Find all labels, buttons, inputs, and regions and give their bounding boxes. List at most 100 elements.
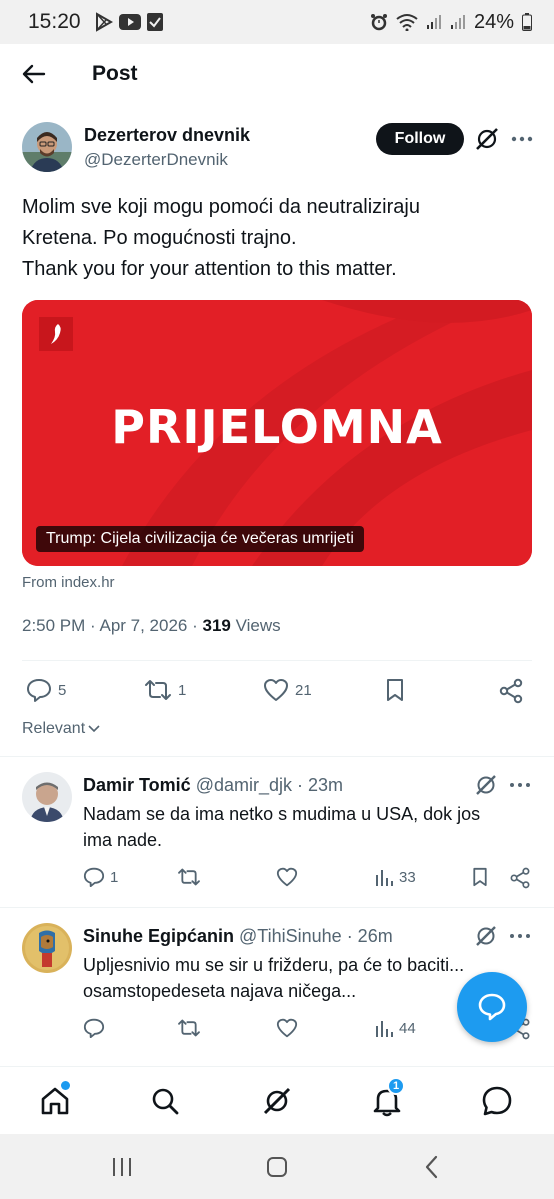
status-time: 15:20: [28, 10, 81, 33]
views-count: 319: [202, 616, 231, 635]
bookmark-button[interactable]: [471, 867, 489, 887]
avatar-image: [22, 923, 72, 973]
battery-percent: 24%: [473, 10, 514, 33]
alarm-icon: [370, 14, 387, 31]
back-button[interactable]: [20, 60, 48, 88]
nav-search[interactable]: [147, 1083, 183, 1119]
nav-messages[interactable]: [479, 1083, 515, 1119]
nav-notifications[interactable]: 1: [369, 1077, 405, 1119]
avatar[interactable]: [22, 122, 72, 172]
index-logo-icon: [39, 317, 73, 351]
avatar[interactable]: [22, 923, 72, 973]
author-handle[interactable]: @DezerterDnevnik: [84, 150, 228, 170]
post-meta: 2:50 PM · Apr 7, 2026 · 319 Views: [22, 616, 281, 636]
like-button[interactable]: [276, 1018, 298, 1038]
like-count: 21: [295, 681, 312, 699]
post-author: Dezerterov dnevnik @DezerterDnevnik Foll…: [22, 122, 534, 176]
grok-icon[interactable]: [474, 773, 498, 797]
like-button[interactable]: 21: [263, 678, 312, 702]
bookmark-button[interactable]: [384, 678, 406, 702]
reply-author-handle[interactable]: @TihiSinuhe · 26m: [239, 926, 393, 946]
views-button[interactable]: 33: [374, 867, 416, 887]
reply-text: Nadam se da ima netko s mudima u USA, do…: [83, 804, 481, 850]
status-bar: 15:20 24%: [0, 0, 554, 44]
bar-chart-icon: [376, 870, 393, 886]
reply-button[interactable]: 1: [83, 867, 118, 887]
views-count: 33: [399, 868, 416, 886]
card-source[interactable]: From index.hr: [22, 574, 115, 591]
heart-icon: [276, 867, 298, 887]
signal-icon-2: [450, 15, 465, 29]
repost-count: 1: [178, 681, 187, 699]
nav-home[interactable]: [37, 1081, 73, 1119]
arrow-left-icon: [22, 64, 46, 84]
divider: [22, 660, 532, 661]
link-card[interactable]: PRIJELOMNA Trump: Cijela civilizacija će…: [22, 300, 532, 566]
share-icon: [499, 678, 523, 704]
views-label: Views: [230, 616, 281, 635]
views-button[interactable]: 44: [374, 1018, 416, 1038]
wifi-icon: [396, 14, 418, 31]
reply-button[interactable]: [83, 1018, 105, 1038]
repost-icon: [178, 1019, 200, 1037]
repost-button[interactable]: 1: [144, 678, 186, 702]
sort-dropdown[interactable]: Relevant: [22, 720, 100, 738]
top-bar: Post: [0, 44, 554, 104]
page-title: Post: [92, 62, 138, 85]
more-options-icon[interactable]: [510, 126, 534, 152]
reply-author-handle[interactable]: @damir_djk · 23m: [196, 775, 343, 795]
grok-icon: [263, 1087, 291, 1115]
reply-count: 5: [58, 681, 67, 699]
reply-icon: [83, 867, 105, 887]
chevron-left-icon: [425, 1155, 438, 1179]
reply-author-name[interactable]: Damir Tomić: [83, 775, 191, 795]
more-options-icon[interactable]: [508, 773, 532, 797]
system-navigation-bar: [0, 1134, 554, 1199]
reply-icon: [27, 679, 51, 702]
post-actions: 5 1 21: [22, 676, 532, 706]
avatar-image: [22, 772, 72, 822]
bottom-navigation: 1: [0, 1066, 554, 1134]
home-system-button[interactable]: [262, 1152, 292, 1182]
recents-icon: [113, 1158, 131, 1176]
nav-grok[interactable]: [259, 1083, 295, 1119]
more-options-icon[interactable]: [508, 924, 532, 948]
share-icon: [510, 867, 530, 889]
post-text-line: Kretena. Po mogućnosti trajno.: [22, 227, 297, 249]
grok-icon[interactable]: [474, 924, 498, 948]
share-button[interactable]: [498, 678, 524, 704]
bookmark-icon: [473, 867, 487, 887]
check-box-icon: [146, 13, 163, 31]
notifications-badge: 1: [387, 1077, 405, 1095]
share-button[interactable]: [509, 867, 531, 889]
reply-author-name[interactable]: Sinuhe Egipćanin: [83, 926, 234, 946]
message-icon: [482, 1086, 512, 1116]
sort-label: Relevant: [22, 720, 86, 737]
follow-button[interactable]: Follow: [376, 123, 464, 155]
chat-bubble-icon: [478, 993, 506, 1021]
recents-button[interactable]: [107, 1152, 137, 1182]
back-system-button[interactable]: [417, 1152, 447, 1182]
reply-item[interactable]: Damir Tomić @damir_djk · 23m Nadam se da…: [0, 757, 554, 907]
home-square-icon: [267, 1157, 287, 1177]
repost-button[interactable]: [177, 1018, 201, 1038]
post-text-line: Molim sve koji mogu pomoći da neutralizi…: [22, 196, 420, 218]
compose-reply-button[interactable]: [457, 972, 527, 1042]
post-text-line: Thank you for your attention to this mat…: [22, 258, 397, 280]
author-name[interactable]: Dezerterov dnevnik: [84, 125, 250, 146]
card-caption: Trump: Cijela civilizacija će večeras um…: [36, 526, 364, 552]
avatar-image: [22, 122, 72, 172]
repost-button[interactable]: [177, 867, 201, 887]
post-timestamp: 2:50 PM · Apr 7, 2026 ·: [22, 616, 203, 635]
reply-button[interactable]: 5: [26, 678, 66, 702]
battery-icon: [522, 13, 532, 31]
bookmark-icon: [387, 679, 403, 701]
signal-icon: [426, 15, 441, 29]
avatar[interactable]: [22, 772, 72, 822]
like-button[interactable]: [276, 867, 298, 887]
search-icon: [152, 1088, 179, 1115]
reply-count: 1: [110, 868, 119, 886]
repost-icon: [178, 868, 200, 886]
grok-icon[interactable]: [474, 126, 500, 152]
chevron-down-icon: [88, 725, 100, 733]
